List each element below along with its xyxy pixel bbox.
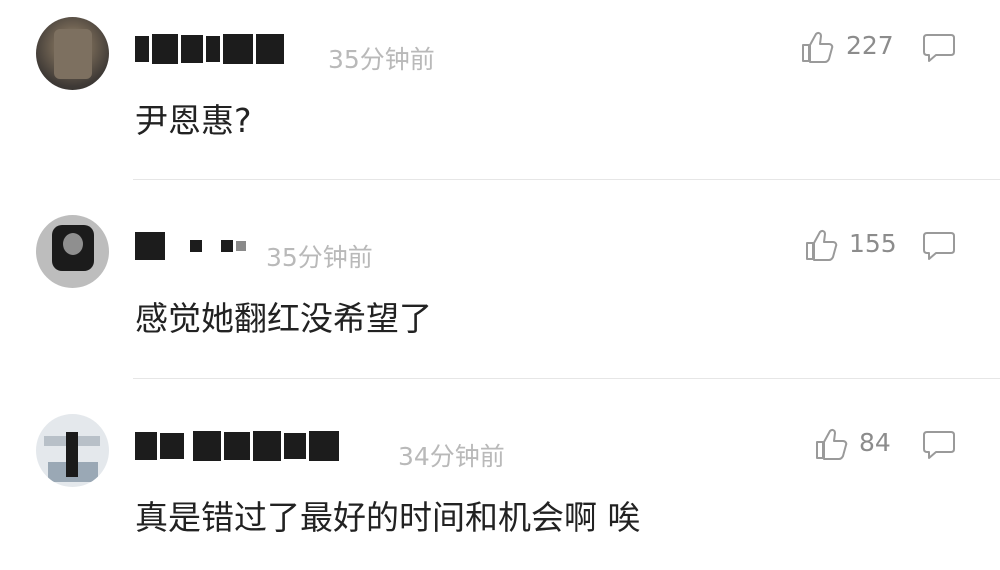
- comment-bubble-icon[interactable]: [921, 32, 957, 64]
- thumbs-up-icon[interactable]: [814, 427, 848, 461]
- avatar[interactable]: [36, 215, 109, 288]
- username-blurred[interactable]: [135, 34, 287, 70]
- comment-text: 真是错过了最好的时间和机会啊 唉: [135, 498, 641, 537]
- divider: [133, 378, 1000, 379]
- comment-bubble-icon[interactable]: [921, 230, 957, 262]
- comment-time: 35分钟前: [328, 45, 435, 74]
- comment-bubble-icon[interactable]: [921, 429, 957, 461]
- avatar[interactable]: [36, 414, 109, 487]
- thumbs-up-icon[interactable]: [804, 228, 838, 262]
- comment-text: 尹恩惠?: [135, 101, 252, 140]
- comment-time: 34分钟前: [398, 442, 505, 471]
- comment-time: 35分钟前: [266, 243, 373, 272]
- like-count: 227: [846, 31, 894, 60]
- comment-text: 感觉她翻红没希望了: [135, 299, 432, 338]
- username-blurred[interactable]: [135, 431, 342, 467]
- avatar[interactable]: [36, 17, 109, 90]
- like-count: 84: [859, 428, 891, 457]
- username-blurred[interactable]: [135, 232, 249, 268]
- divider: [133, 179, 1000, 180]
- thumbs-up-icon[interactable]: [800, 30, 834, 64]
- like-count: 155: [849, 229, 897, 258]
